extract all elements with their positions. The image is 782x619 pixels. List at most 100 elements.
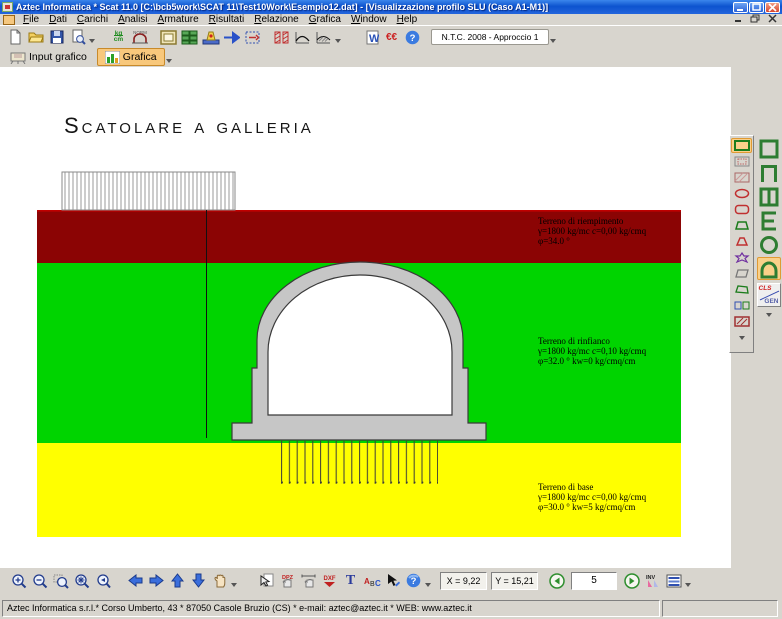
inv-envelope-button[interactable]: INV [642, 571, 663, 591]
bottombar-options-1[interactable] [230, 572, 238, 590]
print-preview-button[interactable] [67, 27, 88, 47]
mdi-minimize-button[interactable] [732, 14, 744, 25]
menu-grafica[interactable]: Grafica [304, 14, 346, 26]
text-tool-button[interactable]: T [340, 571, 361, 591]
app-icon [2, 2, 13, 12]
code-approach-combobox[interactable]: N.T.C. 2008 - Approccio 1 [431, 29, 549, 45]
double-box-section-button[interactable] [757, 185, 781, 208]
variant-panel-button[interactable] [731, 218, 752, 233]
circular-section-button[interactable] [757, 233, 781, 256]
select-pointer-button[interactable] [256, 571, 277, 591]
save-button[interactable] [46, 27, 67, 47]
variant-frame-button[interactable] [731, 154, 752, 169]
computo-euro-button[interactable]: €€ [381, 27, 402, 47]
document-icon[interactable] [3, 15, 15, 25]
arch-section-button[interactable] [757, 257, 781, 280]
envelope-diagram-button[interactable] [313, 27, 334, 47]
svg-text:C: C [375, 579, 381, 588]
type-palette-more[interactable] [756, 307, 781, 325]
new-file-button[interactable] [4, 27, 25, 47]
open-file-button[interactable] [25, 27, 46, 47]
svg-text:?: ? [411, 576, 417, 587]
svg-text:INV: INV [646, 575, 656, 581]
bottombar-options-3[interactable] [684, 572, 692, 590]
channel-section-button[interactable] [757, 209, 781, 232]
variant-star-button[interactable] [731, 250, 752, 265]
analysis-button[interactable] [271, 27, 292, 47]
tab-grafica[interactable]: Grafica [97, 48, 165, 66]
next-combination-button[interactable] [621, 571, 642, 591]
mdi-restore-button[interactable] [749, 14, 761, 25]
foundation-button[interactable] [200, 27, 221, 47]
box-section-button[interactable] [757, 137, 781, 160]
materials-button[interactable] [179, 27, 200, 47]
units-button[interactable]: kgcm [108, 27, 129, 47]
section-check-button[interactable] [242, 27, 263, 47]
word-export-button[interactable]: W [360, 27, 381, 47]
toolbar-options-1[interactable] [88, 28, 96, 46]
variant-blocks-button[interactable] [731, 298, 752, 313]
help-button[interactable]: ? [402, 27, 423, 47]
chart-icon [105, 51, 120, 64]
previous-combination-button[interactable] [546, 571, 567, 591]
scroll-up-button[interactable] [167, 571, 188, 591]
scroll-down-button[interactable] [188, 571, 209, 591]
pan-button[interactable] [209, 571, 230, 591]
combination-number-field[interactable]: 5 [571, 572, 617, 590]
variant-ellipse-button[interactable] [731, 186, 752, 201]
menu-carichi[interactable]: Carichi [72, 14, 113, 26]
menu-relazione[interactable]: Relazione [249, 14, 304, 26]
section-type-palette: CLS GEN [756, 135, 781, 328]
svg-text:?: ? [410, 33, 416, 44]
toolbar-options-3[interactable] [549, 28, 557, 46]
tabbar-options[interactable] [165, 48, 173, 66]
variant-hatched-button[interactable] [731, 170, 752, 185]
restore-button[interactable] [749, 2, 764, 13]
variant-quad-button[interactable] [731, 282, 752, 297]
variant-parallelogram-button[interactable] [731, 266, 752, 281]
cls-gen-button[interactable]: CLS GEN [757, 283, 781, 307]
moment-diagram-button[interactable] [292, 27, 313, 47]
font-select-button[interactable]: ABC [361, 571, 382, 591]
tab-input-grafico[interactable]: Input grafico [2, 48, 95, 66]
zoom-extents-button[interactable] [71, 571, 92, 591]
close-button[interactable] [765, 2, 780, 13]
zoom-in-button[interactable] [8, 571, 29, 591]
dpz-tool-button[interactable]: DPZ [277, 571, 298, 591]
mdi-close-button[interactable] [766, 14, 778, 25]
menu-file[interactable]: File [18, 14, 44, 26]
minimize-button[interactable] [733, 2, 748, 13]
legend-table-button[interactable] [663, 571, 684, 591]
dxf-export-button[interactable]: DXF [319, 571, 340, 591]
context-help-button[interactable]: ? [403, 571, 424, 591]
zoom-window-button[interactable] [50, 571, 71, 591]
menu-dati[interactable]: Dati [44, 14, 72, 26]
variant-rect-button[interactable] [731, 138, 752, 153]
variant-rounded-rect-button[interactable] [731, 202, 752, 217]
label-rinfianco: Terreno di rinfianco γ=1800 kg/mc c=0,10… [538, 336, 708, 366]
menu-risultati[interactable]: Risultati [204, 14, 250, 26]
status-message: Aztec Informatica s.r.l.* Corso Umberto,… [2, 600, 660, 617]
zoom-out-button[interactable] [29, 571, 50, 591]
bottombar-options-2[interactable] [424, 572, 432, 590]
dimension-tool-button[interactable] [298, 571, 319, 591]
window-title: Aztec Informatica * Scat 11.0 [C:\bcb5wo… [16, 2, 733, 12]
menu-analisi[interactable]: Analisi [113, 14, 152, 26]
variant-trapezoid-button[interactable] [731, 234, 752, 249]
portal-section-button[interactable] [757, 161, 781, 184]
zoom-previous-button[interactable] [92, 571, 113, 591]
norm-code-button[interactable]: NORM [129, 27, 150, 47]
toolbar-options-2[interactable] [334, 28, 342, 46]
menu-armature[interactable]: Armature [153, 14, 204, 26]
scroll-left-button[interactable] [125, 571, 146, 591]
variant-hatched-frame-button[interactable] [731, 314, 752, 329]
variant-palette-more[interactable] [731, 330, 752, 348]
bottom-toolbar: DPZ DXF T ABC ? X = 9,22 Y = 15,21 5 INV [0, 568, 782, 593]
edit-pointer-button[interactable] [382, 571, 403, 591]
menu-help[interactable]: Help [392, 14, 423, 26]
menu-window[interactable]: Window [346, 14, 392, 26]
loads-button[interactable] [221, 27, 242, 47]
scroll-right-button[interactable] [146, 571, 167, 591]
geometry-button[interactable] [158, 27, 179, 47]
drawing-canvas[interactable]: Scatolare a galleria Terreno di riempime… [0, 67, 731, 568]
